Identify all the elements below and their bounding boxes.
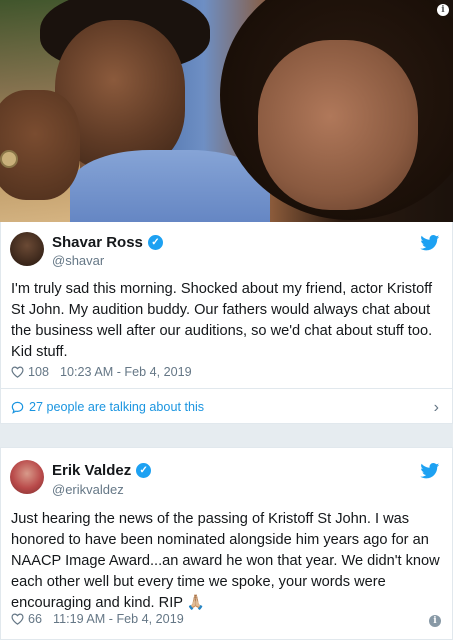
heart-icon[interactable] — [11, 613, 24, 625]
tweet-card[interactable]: Erik Valdez ✓ @erikvaldez Just hearing t… — [0, 447, 453, 640]
conversation-count[interactable]: 27 people are talking about this — [29, 400, 204, 414]
author-name[interactable]: Erik Valdez — [52, 462, 131, 479]
speech-bubble-icon — [11, 401, 24, 414]
tweet-timestamp[interactable]: 11:19 AM - Feb 4, 2019 — [53, 612, 184, 626]
conversation-link[interactable]: 27 people are talking about this — [11, 400, 204, 414]
photo-boy-face — [258, 40, 418, 210]
tweet-text: Just hearing the news of the passing of … — [11, 511, 440, 611]
tweet-timestamp[interactable]: 10:23 AM - Feb 4, 2019 — [60, 365, 192, 379]
verified-badge-icon: ✓ — [147, 235, 163, 250]
author-name[interactable]: Shavar Ross — [52, 234, 143, 251]
tweet-card[interactable]: Shavar Ross ✓ @shavar I'm truly sad this… — [0, 222, 453, 424]
twitter-bird-icon[interactable] — [420, 463, 440, 479]
like-count: 66 — [28, 612, 43, 626]
author-row: Shavar Ross ✓ — [52, 234, 163, 251]
author-handle[interactable]: @erikvaldez — [52, 482, 124, 497]
chevron-right-icon[interactable]: › — [434, 399, 439, 417]
info-icon[interactable]: i — [429, 615, 441, 627]
info-icon[interactable]: i — [437, 4, 449, 16]
divider — [1, 388, 452, 389]
avatar[interactable] — [10, 460, 44, 494]
author-row: Erik Valdez ✓ — [52, 462, 152, 479]
heart-icon[interactable] — [11, 366, 24, 378]
verified-badge-icon: ✓ — [136, 463, 152, 478]
like-count: 108 — [28, 365, 50, 379]
twitter-bird-icon[interactable] — [420, 235, 440, 251]
embedded-photo: i — [0, 0, 453, 222]
photo-ring — [0, 150, 18, 168]
tweet-meta: 66 11:19 AM - Feb 4, 2019 — [11, 612, 184, 626]
author-handle[interactable]: @shavar — [52, 253, 104, 268]
photo-hand — [0, 90, 80, 200]
tweet-meta: 108 10:23 AM - Feb 4, 2019 — [11, 365, 192, 379]
avatar[interactable] — [10, 232, 44, 266]
tweet-text: I'm truly sad this morning. Shocked abou… — [11, 281, 433, 360]
